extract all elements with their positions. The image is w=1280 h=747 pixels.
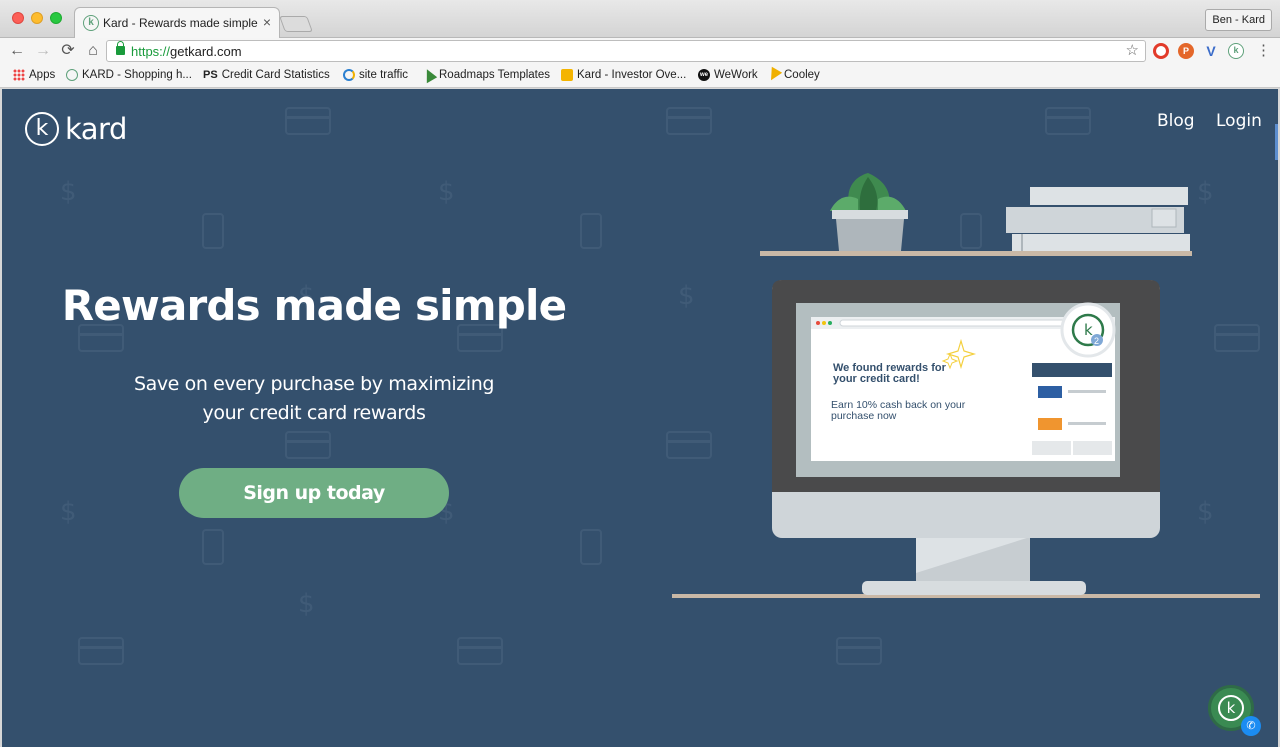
- bookmark-cooley[interactable]: Cooley: [765, 66, 820, 84]
- popup-title-line: your credit card!: [833, 373, 920, 385]
- popup-badge-mark: k: [1084, 321, 1093, 339]
- lock-icon: [116, 41, 125, 55]
- bookmark-label: Kard - Investor Ove...: [577, 69, 687, 81]
- bookmark-label: site traffic: [359, 69, 408, 81]
- opera-extension-icon[interactable]: [1153, 43, 1169, 59]
- p-extension-icon[interactable]: P: [1178, 43, 1194, 59]
- similarweb-icon: [343, 69, 355, 81]
- roadmaps-icon: [420, 66, 438, 84]
- computer-monitor-icon: [772, 280, 1160, 595]
- bookmark-label: KARD - Shopping h...: [82, 69, 192, 81]
- chat-launcher-button[interactable]: k ✆: [1208, 685, 1261, 736]
- potted-plant-icon: [830, 173, 908, 251]
- v-extension-icon[interactable]: V: [1203, 43, 1219, 59]
- bookmark-apps[interactable]: Apps: [13, 69, 55, 81]
- kard-chat-icon: k: [1218, 695, 1244, 721]
- tab-close-icon[interactable]: ×: [263, 14, 271, 30]
- address-bar[interactable]: https://getkard.com ☆: [106, 40, 1146, 62]
- bookmark-kard-investor[interactable]: Kard - Investor Ove...: [561, 69, 686, 81]
- tab-title: Kard - Rewards made simple: [103, 16, 258, 30]
- ps-icon: PS: [203, 69, 218, 81]
- cooley-icon: [765, 66, 783, 84]
- kard-extension-icon[interactable]: k: [1228, 43, 1244, 59]
- bookmark-roadmaps-templates[interactable]: Roadmaps Templates: [420, 66, 551, 84]
- back-arrow-icon[interactable]: ←: [6, 40, 28, 62]
- apps-grid-icon: [13, 69, 25, 81]
- bookmark-label: Cooley: [784, 69, 820, 81]
- url-scheme: https://: [131, 44, 171, 59]
- book-stack-icon: [1006, 187, 1190, 251]
- kard-icon: [66, 69, 78, 81]
- bookmark-label: WeWork: [714, 69, 758, 81]
- minimize-window-button[interactable]: [31, 12, 43, 24]
- wework-icon: we: [698, 69, 710, 81]
- profile-button[interactable]: Ben - Kard: [1205, 9, 1272, 31]
- kard-favicon-icon: k: [83, 15, 99, 31]
- bookmark-credit-card-statistics[interactable]: PS Credit Card Statistics: [203, 69, 330, 81]
- url-text: https://getkard.com: [131, 44, 242, 59]
- bookmark-site-traffic[interactable]: site traffic: [343, 69, 408, 81]
- bookmarks-bar: Apps KARD - Shopping h... PS Credit Card …: [0, 65, 1280, 88]
- home-icon[interactable]: ⌂: [82, 40, 104, 62]
- browser-tab[interactable]: k Kard - Rewards made simple ×: [74, 7, 280, 38]
- bookmark-star-icon[interactable]: ☆: [1126, 41, 1139, 59]
- web-page: $ $ $ $ $ $ $ $ $ k kard Blog Login Rewa…: [2, 89, 1278, 747]
- bookmark-label: Roadmaps Templates: [439, 69, 551, 81]
- messenger-icon: ✆: [1241, 716, 1261, 736]
- window-titlebar: k Kard - Rewards made simple × Ben - Kar…: [0, 0, 1280, 38]
- maximize-window-button[interactable]: [50, 12, 62, 24]
- close-window-button[interactable]: [12, 12, 24, 24]
- hero-illustration: We found rewards for your credit card! E…: [672, 173, 1260, 598]
- bookmark-kard-shopping[interactable]: KARD - Shopping h...: [66, 69, 192, 81]
- browser-toolbar: ← → ⟳ ⌂ https://getkard.com ☆ P V k ⋮: [0, 38, 1280, 65]
- bookmark-label: Apps: [29, 69, 56, 81]
- browser-menu-icon[interactable]: ⋮: [1256, 41, 1271, 59]
- upper-shelf: [760, 251, 1192, 256]
- new-tab-button[interactable]: [279, 16, 313, 32]
- bookmark-wework[interactable]: we WeWork: [698, 69, 758, 81]
- url-host: getkard.com: [170, 44, 242, 59]
- google-slides-icon: [561, 69, 573, 81]
- forward-arrow-icon[interactable]: →: [32, 40, 54, 62]
- popup-badge-count: 2: [1094, 336, 1099, 346]
- popup-body-line: purchase now: [831, 410, 897, 422]
- reload-icon[interactable]: ⟳: [57, 40, 79, 62]
- bookmark-label: Credit Card Statistics: [221, 69, 330, 81]
